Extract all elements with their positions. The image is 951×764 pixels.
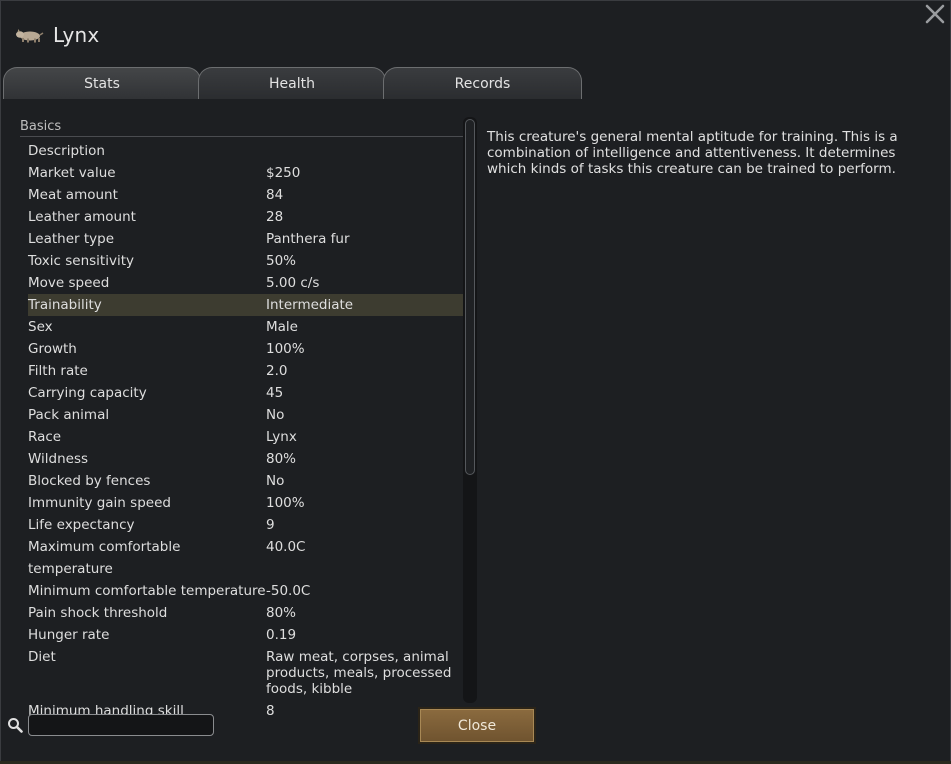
search-input[interactable] — [28, 714, 214, 736]
stat-value — [266, 140, 463, 162]
stat-row[interactable]: Carrying capacity 45 — [28, 382, 463, 404]
stat-label: Meat amount — [28, 187, 118, 203]
stat-row[interactable]: Life expectancy 9 — [28, 514, 463, 536]
stat-value: 0.19 — [266, 627, 297, 643]
stat-label: Minimum comfortable temperature — [28, 583, 266, 599]
stats-panel: Basics Description Market value $250 Meat a… — [3, 99, 948, 719]
stat-value: 50% — [266, 253, 297, 269]
stats-list: Description Market value $250 Meat amount 84… — [28, 140, 463, 722]
stat-value: -50.0C — [266, 583, 311, 599]
stat-label: Wildness — [28, 451, 89, 467]
close-button[interactable]: Close — [418, 707, 536, 744]
close-x-icon[interactable] — [924, 3, 946, 25]
stat-row[interactable]: Diet Raw meat, corpses, animal products, … — [28, 646, 463, 700]
section-header-basics: Basics — [20, 119, 463, 137]
stat-description-text: This creature's general mental aptitude … — [487, 129, 898, 177]
stat-value: 100% — [266, 341, 305, 357]
stat-label: Trainability — [28, 297, 102, 313]
search-icon — [8, 718, 23, 733]
stat-value: 100% — [266, 495, 305, 511]
stat-label: Description — [28, 143, 105, 159]
stat-value: 80% — [266, 605, 297, 621]
stats-window: Lynx Stats Health Records Basics Descrip… — [0, 0, 951, 762]
stat-value: 84 — [266, 187, 284, 203]
stat-value: 2.0 — [266, 363, 288, 379]
window-title-row: Lynx — [13, 19, 99, 51]
stat-row[interactable]: Growth 100% — [28, 338, 463, 360]
tab-stats[interactable]: Stats — [3, 67, 201, 100]
stat-label: Market value — [28, 165, 116, 181]
stat-value: 80% — [266, 451, 297, 467]
tab-records[interactable]: Records — [383, 67, 582, 99]
stat-row[interactable]: Wildness 80% — [28, 448, 463, 470]
stat-label: Maximum comfortable temperature — [28, 539, 181, 577]
stat-label: Hunger rate — [28, 627, 110, 643]
stat-value: No — [266, 407, 285, 423]
stat-label: Race — [28, 429, 62, 445]
lynx-animal-icon — [16, 29, 44, 43]
stat-value: 9 — [266, 517, 275, 533]
stat-label: Filth rate — [28, 363, 88, 379]
stat-row[interactable]: Minimum comfortable temperature -50.0C — [28, 580, 463, 602]
stat-row[interactable]: Leather type Panthera fur — [28, 228, 463, 250]
stat-label: Move speed — [28, 275, 110, 291]
stat-value: Lynx — [266, 429, 297, 445]
stat-row[interactable]: Hunger rate 0.19 — [28, 624, 463, 646]
tab-health[interactable]: Health — [198, 67, 386, 99]
stat-row[interactable]: Market value $250 — [28, 162, 463, 184]
stat-row[interactable]: Trainability Intermediate — [28, 294, 463, 316]
stat-label: Growth — [28, 341, 77, 357]
stat-label: Life expectancy — [28, 517, 135, 533]
stat-value: Intermediate — [266, 297, 354, 313]
stat-row[interactable]: Toxic sensitivity 50% — [28, 250, 463, 272]
stat-row[interactable]: Description — [28, 140, 463, 162]
stat-label: Toxic sensitivity — [28, 253, 134, 269]
stat-row[interactable]: Immunity gain speed 100% — [28, 492, 463, 514]
stat-label: Pain shock threshold — [28, 605, 168, 621]
stat-value: 40.0C — [266, 539, 306, 555]
stat-row[interactable]: Pack animal No — [28, 404, 463, 426]
tab-bar: Stats Health Records — [3, 67, 583, 100]
stat-value: Male — [266, 319, 298, 335]
stat-row[interactable]: Leather amount 28 — [28, 206, 463, 228]
stat-row[interactable]: Sex Male — [28, 316, 463, 338]
scrollbar-thumb[interactable] — [465, 119, 475, 475]
stat-row[interactable]: Maximum comfortable temperature 40.0C — [28, 536, 463, 580]
stat-label: Immunity gain speed — [28, 495, 171, 511]
stat-row[interactable]: Filth rate 2.0 — [28, 360, 463, 382]
stat-label: Sex — [28, 319, 53, 335]
stat-value: 5.00 c/s — [266, 275, 320, 291]
stat-value: No — [266, 473, 285, 489]
stat-value: Panthera fur — [266, 231, 350, 247]
stats-scrollbar[interactable] — [463, 117, 477, 703]
stat-label: Blocked by fences — [28, 473, 151, 489]
stat-label: Carrying capacity — [28, 385, 147, 401]
stat-value: Raw meat, corpses, animal products, meal… — [266, 649, 452, 697]
stat-value: $250 — [266, 165, 301, 181]
window-title: Lynx — [53, 23, 100, 47]
stat-label: Diet — [28, 649, 56, 665]
stat-row[interactable]: Meat amount 84 — [28, 184, 463, 206]
stat-value: 45 — [266, 385, 284, 401]
stat-label: Leather type — [28, 231, 115, 247]
stat-row[interactable]: Race Lynx — [28, 426, 463, 448]
stat-label: Pack animal — [28, 407, 110, 423]
stat-row[interactable]: Blocked by fences No — [28, 470, 463, 492]
stat-row[interactable]: Move speed 5.00 c/s — [28, 272, 463, 294]
stat-label: Leather amount — [28, 209, 136, 225]
stat-value: 28 — [266, 209, 284, 225]
stat-row[interactable]: Pain shock threshold 80% — [28, 602, 463, 624]
